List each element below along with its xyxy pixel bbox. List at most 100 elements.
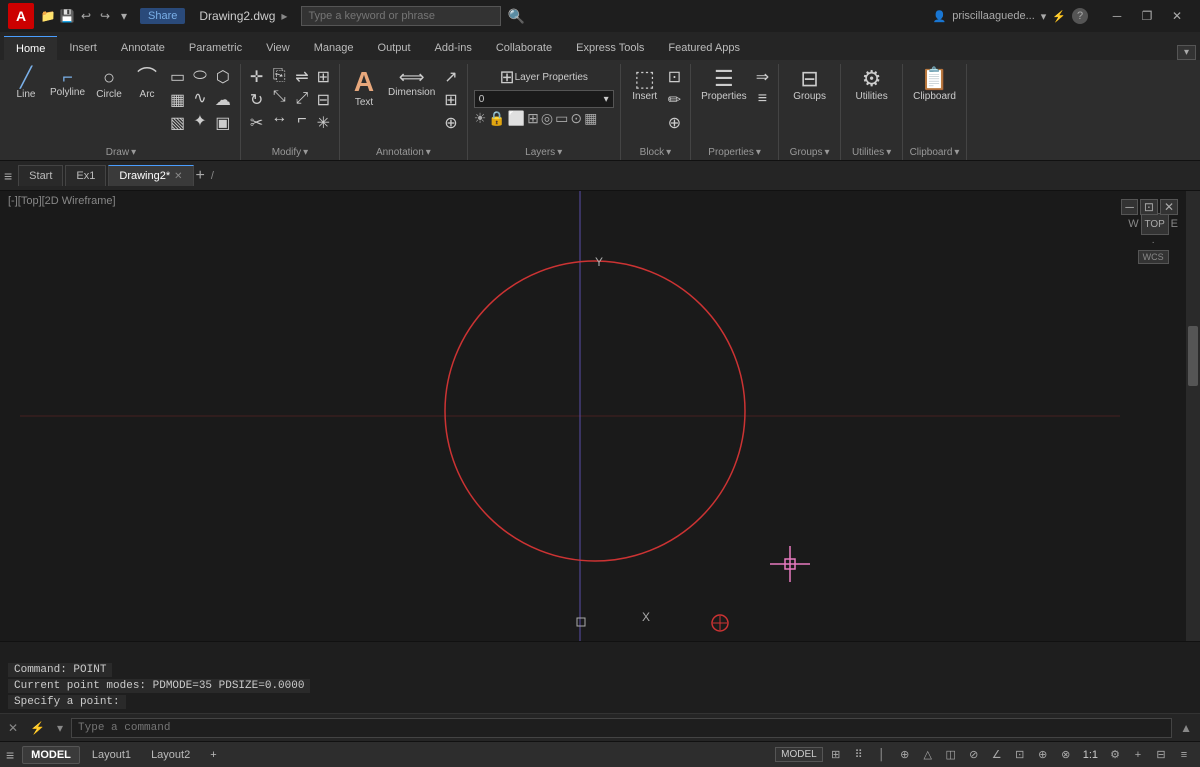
layout2-tab[interactable]: Layout2 [143,747,198,763]
user-name[interactable]: priscillaaguede... [952,10,1035,22]
offset-button[interactable]: ⊟ [314,89,333,111]
layer-icon-7[interactable]: ⊙ [570,110,582,127]
hatch-button[interactable]: ▦ [167,89,188,111]
snap-icon[interactable]: ⠿ [849,745,869,765]
polyline-button[interactable]: ⌐ Polyline [46,66,89,100]
modify-dropdown[interactable]: ▾ [303,147,308,158]
tab-parametric[interactable]: Parametric [177,36,254,60]
layer-icon-5[interactable]: ◎ [541,110,553,127]
osnap-icon[interactable]: △ [918,745,938,765]
line-button[interactable]: ╱ Line [8,66,44,102]
plus-icon[interactable]: + [1128,745,1148,765]
groups-dropdown[interactable]: ▾ [824,147,829,158]
hamburger-icon[interactable]: ≡ [6,747,14,763]
save-icon[interactable]: 💾 [59,8,75,24]
gradient-button[interactable]: ▧ [167,112,188,134]
layer-icon-6[interactable]: ▭ [555,110,568,127]
layer-icon-1[interactable]: ☀ [474,110,487,127]
share-button[interactable]: Share [140,8,185,24]
tab-output[interactable]: Output [366,36,423,60]
layer-properties-button[interactable]: ⊞ Layer Properties [474,66,614,88]
layer-icon-4[interactable]: ⊞ [527,110,539,127]
user-dropdown[interactable]: ▾ [1041,10,1047,23]
wcs-label[interactable]: WCS [1138,250,1169,264]
grid-icon[interactable]: ⊞ [826,745,846,765]
viewport-minimize-button[interactable]: ─ [1121,199,1138,215]
layout1-tab[interactable]: Layout1 [84,747,139,763]
text-button[interactable]: A Text [346,66,382,110]
tab-annotate[interactable]: Annotate [109,36,177,60]
nav-dot[interactable]: · [1151,237,1154,248]
scrollbar-thumb[interactable] [1188,326,1198,386]
layer-dropdown-arrow[interactable]: ▾ [604,94,609,105]
lineweight-icon[interactable]: ∠ [987,745,1007,765]
more-icon[interactable]: ▾ [116,8,132,24]
array-button[interactable]: ⊞ [314,66,333,88]
tab-home[interactable]: Home [4,36,57,60]
circle-button[interactable]: ○ Circle [91,66,127,102]
ducs-icon[interactable]: ⊘ [964,745,984,765]
tab-close-button[interactable]: ✕ [174,171,182,182]
rotate-button[interactable]: ↻ [247,89,266,111]
match-button[interactable]: ⇒ [753,66,772,88]
motion-icon[interactable]: ≡ [1174,745,1194,765]
trim-button[interactable]: ✂ [247,112,266,134]
tab-manage[interactable]: Manage [302,36,366,60]
arc-button[interactable]: ⌒ Arc [129,66,165,102]
stretch-button[interactable]: ⤢ [292,89,311,109]
clipboard-dropdown[interactable]: ▾ [954,147,959,158]
properties-dropdown[interactable]: ▾ [756,147,761,158]
xline-button[interactable]: ✦ [190,110,210,132]
minimize-button[interactable]: ─ [1102,0,1132,32]
add-layout-button[interactable]: + [202,747,224,763]
otrack-icon[interactable]: ◫ [941,745,961,765]
copy-button[interactable]: ⎘ [268,66,290,86]
mirror-button[interactable]: ⇌ [292,66,311,88]
cloud-button[interactable]: ☁ [212,89,234,111]
explode-button[interactable]: ✳ [314,112,333,134]
dimension-button[interactable]: ⟺ Dimension [384,66,439,100]
layer-icon-8[interactable]: ▦ [584,110,597,127]
annotation-icon[interactable]: ⊗ [1056,745,1076,765]
utilities-dropdown[interactable]: ▾ [886,147,891,158]
list-button[interactable]: ≡ [753,89,772,109]
tab-hamburger[interactable]: ≡ [4,168,12,184]
insert-button[interactable]: ⬚ Insert [627,66,663,104]
cmd-scroll-up[interactable]: ▲ [1176,721,1196,735]
clipboard-button[interactable]: 📋 Clipboard [909,66,960,104]
polar-icon[interactable]: ⊕ [895,745,915,765]
vertical-scrollbar[interactable] [1186,191,1200,641]
cmd-lightning-button[interactable]: ⚡ [26,721,49,735]
move-button[interactable]: ✛ [247,66,266,88]
undo-icon[interactable]: ↩ [78,8,94,24]
annotation-dropdown[interactable]: ▾ [426,147,431,158]
create-block-button[interactable]: ⊡ [665,66,684,88]
wipeout-button[interactable]: ▣ [212,112,234,134]
close-button[interactable]: ✕ [1162,0,1192,32]
tab-start[interactable]: Start [18,165,63,186]
region-button[interactable]: ⬡ [212,66,234,88]
workspace-dropdown[interactable]: ▾ [1177,45,1196,60]
layer-icon-3[interactable]: ⬜ [508,110,525,127]
settings-icon[interactable]: ⚙ [1105,745,1125,765]
tab-view[interactable]: View [254,36,302,60]
rect-button[interactable]: ▭ [167,66,188,88]
help-icon[interactable]: ? [1072,8,1088,24]
layer-icon-2[interactable]: 🔒 [488,110,505,127]
file-icon[interactable]: 📁 [40,8,56,24]
tab-featured[interactable]: Featured Apps [656,36,752,60]
layer-dropdown[interactable]: 0 ▾ [474,90,614,108]
sel-cycling-icon[interactable]: ⊕ [1033,745,1053,765]
properties-button[interactable]: ☰ Properties [697,66,751,104]
tab-collaborate[interactable]: Collaborate [484,36,564,60]
draw-dropdown[interactable]: ▾ [131,147,136,158]
fillet-button[interactable]: ⌐ [292,110,311,130]
cmd-dropdown-button[interactable]: ▾ [53,721,67,735]
viewport-close-button[interactable]: ✕ [1160,199,1178,215]
table-button[interactable]: ⊞ [441,89,460,111]
block-dropdown[interactable]: ▾ [666,147,671,158]
file-chevron[interactable]: ▸ [281,9,287,23]
extend-button[interactable]: ↔ [268,108,290,128]
command-input[interactable] [71,718,1172,738]
canvas-icon[interactable]: ⊟ [1151,745,1171,765]
